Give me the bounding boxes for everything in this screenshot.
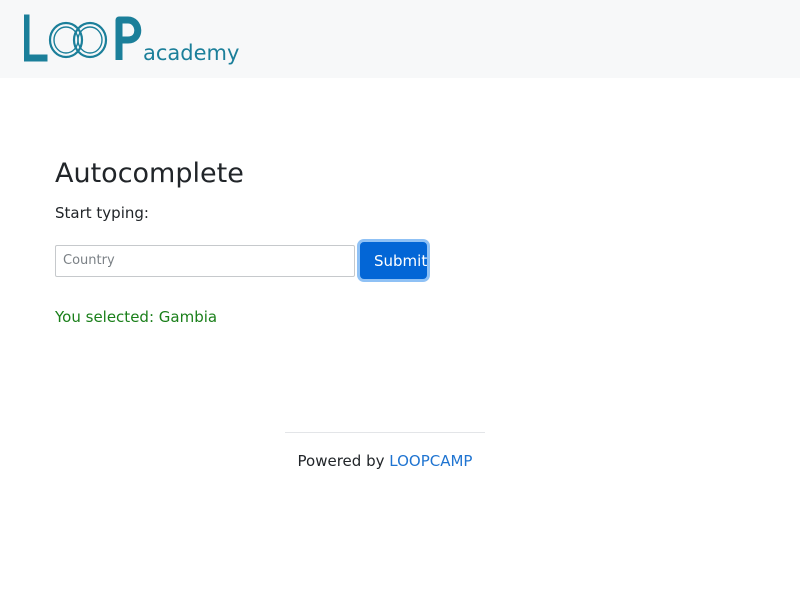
site-header: academy: [0, 0, 800, 78]
loop-academy-logo[interactable]: academy: [24, 14, 244, 66]
powered-by-text: Powered by: [297, 452, 385, 470]
svg-text:academy: academy: [143, 41, 239, 65]
main-content: Autocomplete Start typing: Submit You se…: [55, 154, 755, 326]
submit-button[interactable]: Submit: [360, 242, 427, 279]
footer-divider: [285, 432, 485, 433]
loopcamp-link[interactable]: LOOPCAMP: [389, 452, 472, 470]
loop-academy-logo-graphic: academy: [24, 14, 239, 65]
page-title: Autocomplete: [55, 158, 244, 189]
autocomplete-form: Submit: [55, 242, 427, 279]
country-input[interactable]: [55, 244, 355, 277]
footer: Powered by LOOPCAMP: [0, 452, 770, 470]
instruction-text: Start typing:: [55, 204, 149, 222]
selection-result: You selected: Gambia: [55, 308, 218, 326]
